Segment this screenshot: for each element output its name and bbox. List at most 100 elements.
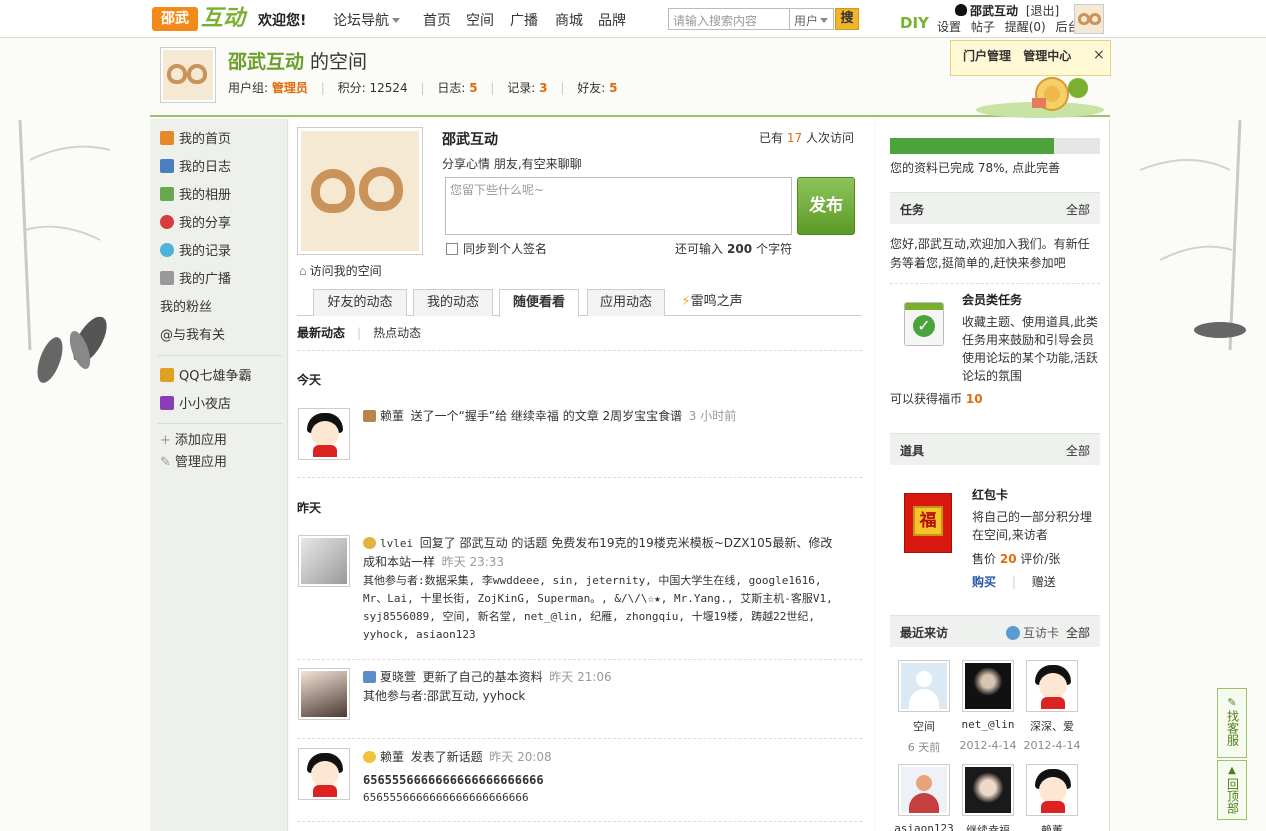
profile-progress-text[interactable]: 您的资料已完成 78%, 点此完善	[890, 159, 1060, 176]
nav-home[interactable]: 首页	[423, 10, 451, 30]
divider	[890, 283, 1100, 284]
cartoon-avatar	[1029, 663, 1075, 709]
add-app-link[interactable]: + 添加应用	[160, 432, 227, 450]
gift-link[interactable]: 赠送	[1032, 575, 1056, 589]
visitor-avatar[interactable]	[962, 660, 1014, 712]
reminders-link[interactable]: 提醒(0)	[1005, 20, 1046, 34]
publish-button[interactable]: 发布	[797, 177, 855, 235]
props-all-link[interactable]: 全部	[1066, 442, 1090, 459]
sidebar-item-home[interactable]: 我的首页	[160, 131, 231, 149]
visitor-avatar[interactable]	[898, 660, 950, 712]
buy-link[interactable]: 购买	[972, 575, 996, 589]
username-link[interactable]: 邵武互动	[970, 4, 1018, 18]
blogs-count[interactable]: 5	[469, 81, 477, 95]
posts-link[interactable]: 帖子	[971, 20, 995, 34]
back-to-top-button[interactable]: ▲ 回顶部	[1217, 760, 1247, 820]
close-icon[interactable]: ×	[1093, 47, 1105, 63]
search-button[interactable]: 搜	[835, 8, 859, 30]
feed-topic-title[interactable]: 6565556666666666666666666	[363, 771, 843, 789]
tab-friends-feed[interactable]: 好友的动态	[313, 289, 407, 316]
calendar-check-icon: ✓	[904, 302, 944, 346]
profile-name[interactable]: 邵武互动	[442, 129, 498, 149]
feed-avatar[interactable]	[298, 408, 350, 460]
visitor-name[interactable]: 赖董	[1018, 822, 1086, 831]
visitor-avatar[interactable]	[1026, 764, 1078, 816]
visitor-name[interactable]: 继续幸福	[954, 822, 1022, 831]
visitors-panel-title: 最近来访	[900, 626, 949, 640]
visitor-name[interactable]: asiaon123	[890, 822, 958, 831]
space-title-suffix: 的空间	[304, 51, 368, 73]
visitor-name[interactable]: 空间	[890, 718, 958, 734]
fish-decoration-left	[20, 310, 110, 400]
status-input[interactable]: 您留下些什么呢~	[445, 177, 792, 235]
space-owner-name[interactable]: 邵武互动	[228, 51, 304, 73]
sidebar-app-nightclub[interactable]: 小小夜店	[160, 396, 231, 414]
nav-space[interactable]: 空间	[466, 10, 494, 30]
header-avatar[interactable]	[160, 47, 216, 103]
settings-link[interactable]: 设置	[937, 20, 961, 34]
nav-brand[interactable]: 品牌	[598, 10, 626, 30]
sidebar-item-album[interactable]: 我的相册	[160, 187, 231, 205]
sidebar-item-broadcast[interactable]: 我的广播	[160, 271, 231, 289]
visitors-all-link[interactable]: 全部	[1066, 624, 1090, 641]
subtab-hot[interactable]: 热点动态	[373, 326, 421, 340]
feed-user[interactable]: 赖董	[380, 750, 404, 764]
handshake-icon	[363, 410, 376, 422]
top-avatar[interactable]	[1074, 4, 1104, 34]
manage-app-label: 管理应用	[174, 455, 227, 470]
usergroup-value[interactable]: 管理员	[272, 81, 308, 95]
feed-user[interactable]: 赖董	[380, 409, 404, 423]
sidebar-item-record[interactable]: 我的记录	[160, 243, 231, 261]
sync-label: 同步到个人签名	[463, 242, 548, 256]
member-task-desc: 收藏主题、使用道具,此类任务用来鼓励和引导会员使用论坛的某个功能,活跃论坛的氛围	[962, 315, 1098, 383]
search-type-select[interactable]: 用户	[790, 8, 834, 30]
sidebar-item-blog[interactable]: 我的日志	[160, 159, 231, 177]
visit-my-space-link[interactable]: ⌂ 访问我的空间	[299, 262, 382, 279]
logout-link[interactable]: [退出]	[1026, 4, 1059, 18]
sidebar-item-fans[interactable]: 我的粉丝	[160, 299, 212, 317]
manage-app-link[interactable]: ✎ 管理应用	[160, 454, 227, 472]
friends-count[interactable]: 5	[609, 81, 617, 95]
admin-center-link[interactable]: 管理中心	[1023, 49, 1071, 63]
sidebar-app-qq-game[interactable]: QQ七雄争霸	[160, 368, 251, 386]
task-all-link[interactable]: 全部	[1066, 201, 1090, 218]
customer-service-button[interactable]: ✎ 找客服	[1217, 688, 1247, 758]
sidebar-item-label: 我的首页	[179, 132, 232, 147]
visit-card-link[interactable]: 互访卡	[1006, 624, 1059, 641]
visitor-avatar[interactable]	[898, 764, 950, 816]
nav-mall[interactable]: 商城	[555, 10, 583, 30]
profile-progress-bar[interactable]	[890, 138, 1100, 154]
search-input[interactable]: 请输入搜索内容	[668, 8, 790, 30]
sidebar-item-label: 我的相册	[179, 188, 232, 203]
portal-admin-link[interactable]: 门户管理	[963, 49, 1011, 63]
nav-broadcast[interactable]: 广播	[510, 10, 538, 30]
diy-button[interactable]: DIY	[900, 14, 929, 32]
subtab-latest[interactable]: 最新动态	[297, 326, 345, 340]
sidebar-item-mentions[interactable]: @与我有关	[160, 327, 225, 345]
tab-app-feed[interactable]: 应用动态	[587, 289, 665, 316]
visitor-avatar[interactable]	[1026, 660, 1078, 712]
feed-user[interactable]: 夏晓萱	[380, 670, 416, 684]
progress-fill	[890, 138, 1054, 154]
profile-avatar[interactable]	[297, 127, 423, 255]
visitor-avatar[interactable]	[962, 764, 1014, 816]
sidebar-item-share[interactable]: 我的分享	[160, 215, 231, 233]
feed-user[interactable]: lvlei	[380, 537, 413, 550]
sync-signature-checkbox[interactable]: 同步到个人签名	[446, 240, 547, 257]
site-logo-left[interactable]: 邵武	[152, 7, 198, 31]
tab-browse[interactable]: 随便看看	[499, 289, 579, 317]
records-count[interactable]: 3	[539, 81, 547, 95]
forum-nav-dropdown[interactable]: 论坛导航	[333, 10, 400, 30]
feed-item: lvlei 回复了 邵武互动 的话题 免费发布19克的19楼克米模板~DZX10…	[363, 534, 843, 644]
feed-avatar[interactable]	[298, 668, 350, 720]
photo-avatar	[301, 538, 347, 584]
feed-avatar[interactable]	[298, 535, 350, 587]
space-stats: 用户组: 管理员 | 积分: 12524 | 日志: 5 | 记录: 3 | 好…	[228, 81, 618, 95]
member-task-title[interactable]: 会员类任务	[962, 291, 1022, 308]
visitor-name[interactable]: 深深、爱	[1018, 718, 1086, 734]
site-logo-right[interactable]: 互动	[201, 5, 253, 32]
tab-my-feed[interactable]: 我的动态	[413, 289, 493, 316]
visitor-name[interactable]: net_@lin	[954, 718, 1022, 731]
tab-thunder-voice[interactable]: ⚡雷鸣之声	[671, 289, 753, 316]
feed-avatar[interactable]	[298, 748, 350, 800]
